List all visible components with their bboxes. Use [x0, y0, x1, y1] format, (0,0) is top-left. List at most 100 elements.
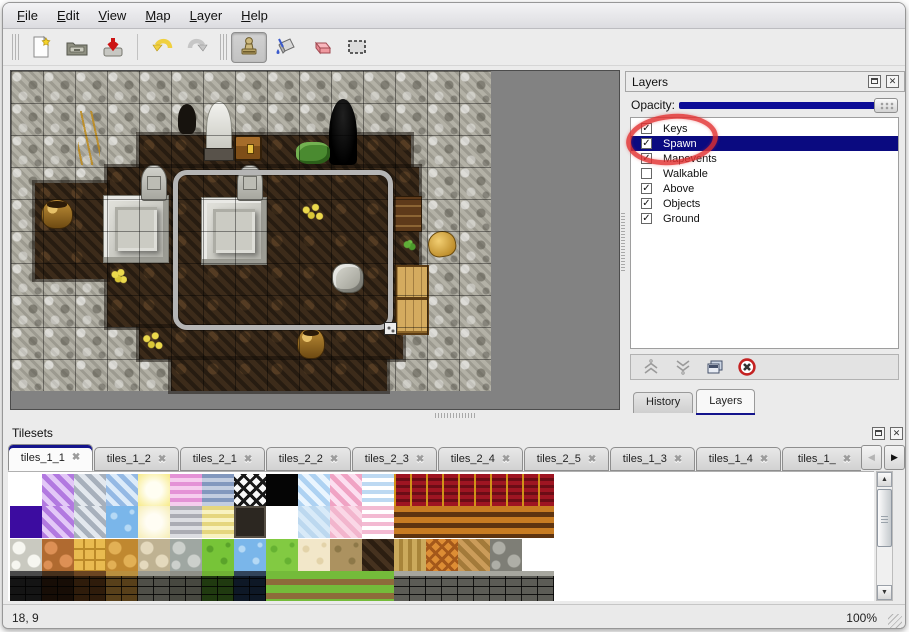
tileset-tab-tiles_1_4[interactable]: tiles_1_4✖	[696, 447, 781, 471]
tile-w1[interactable]	[10, 571, 42, 601]
tile-wh[interactable]	[522, 539, 554, 571]
layer-row-mapevents[interactable]: ✓Mapevents	[631, 151, 898, 166]
tile-pgy[interactable]	[170, 539, 202, 571]
opacity-slider-handle[interactable]	[874, 98, 898, 113]
tab-close-icon[interactable]: ✖	[760, 454, 768, 465]
duplicate-layer-button[interactable]	[705, 358, 725, 376]
new-file-button[interactable]	[23, 32, 59, 63]
tileset-tab-tiles_1_[interactable]: tiles_1_✖	[782, 447, 861, 471]
tile-wat[interactable]	[234, 539, 266, 571]
tile-hrb[interactable]	[458, 539, 490, 571]
stamp-tool-button[interactable]	[231, 32, 267, 63]
tab-close-icon[interactable]: ✖	[244, 454, 252, 465]
tile-wgb[interactable]	[426, 571, 458, 601]
tile-wpk[interactable]	[362, 506, 394, 538]
tile-wbl[interactable]	[362, 474, 394, 506]
tile-blk[interactable]	[266, 474, 298, 506]
eraser-tool-button[interactable]	[303, 32, 339, 63]
layers-close-button[interactable]: ✕	[886, 75, 899, 88]
tile-cbl[interactable]	[106, 474, 138, 506]
tile-glw2[interactable]	[138, 506, 170, 538]
tile-spk[interactable]	[170, 474, 202, 506]
tile-fwh[interactable]	[10, 539, 42, 571]
tile-cur[interactable]	[426, 474, 458, 506]
dock-tab-history[interactable]: History	[633, 392, 693, 413]
horizontal-splitter-handle[interactable]	[435, 413, 475, 418]
tile-lat[interactable]	[234, 474, 266, 506]
tile-w3[interactable]	[74, 571, 106, 601]
layer-row-keys[interactable]: ✓Keys	[631, 121, 898, 136]
undo-button[interactable]	[144, 32, 180, 63]
tab-close-icon[interactable]: ✖	[158, 454, 166, 465]
tile-wgb[interactable]	[490, 571, 522, 601]
tile-bwv[interactable]	[426, 539, 458, 571]
menu-map[interactable]: Map	[145, 8, 170, 23]
tile-sgy[interactable]	[170, 506, 202, 538]
tab-scroll-right-button[interactable]: ▶	[884, 445, 905, 470]
tile-grs2[interactable]	[266, 539, 298, 571]
tile-wat[interactable]	[106, 506, 138, 538]
tile-pth[interactable]	[362, 571, 394, 601]
layer-row-walkable[interactable]: Walkable	[631, 166, 898, 181]
tile-fgd2[interactable]	[106, 539, 138, 571]
tile-tpk[interactable]	[330, 506, 362, 538]
move-layer-down-button[interactable]	[673, 358, 693, 376]
menu-layer[interactable]: Layer	[190, 8, 223, 23]
menu-view[interactable]: View	[98, 8, 126, 23]
fill-tool-button[interactable]	[267, 32, 303, 63]
tile-cpk[interactable]	[330, 474, 362, 506]
resize-grip[interactable]	[888, 614, 902, 628]
tile-pth[interactable]	[298, 571, 330, 601]
tile-plq[interactable]	[234, 506, 266, 538]
tab-close-icon[interactable]: ✖	[72, 452, 80, 463]
tile-cbl2[interactable]	[298, 474, 330, 506]
layer-checkbox[interactable]: ✓	[641, 153, 652, 164]
tile-cpu[interactable]	[42, 474, 74, 506]
tile-cur[interactable]	[394, 474, 426, 506]
tileset-tab-tiles_2_1[interactable]: tiles_2_1✖	[180, 447, 265, 471]
tile-sbl[interactable]	[202, 474, 234, 506]
layer-checkbox[interactable]	[641, 168, 652, 179]
tile-glw[interactable]	[138, 474, 170, 506]
menu-edit[interactable]: Edit	[57, 8, 79, 23]
tile-w6[interactable]	[170, 571, 202, 601]
save-file-button[interactable]	[95, 32, 131, 63]
layer-row-above[interactable]: ✓Above	[631, 181, 898, 196]
tileset-tab-tiles_2_4[interactable]: tiles_2_4✖	[438, 447, 523, 471]
layer-row-spawn[interactable]: ✓Spawn	[631, 136, 898, 151]
scroll-up-button[interactable]: ▲	[877, 472, 892, 487]
scroll-down-button[interactable]: ▼	[877, 585, 892, 600]
menu-help[interactable]: Help	[241, 8, 268, 23]
rect-select-tool-button[interactable]	[339, 32, 375, 63]
tile-cur[interactable]	[522, 474, 554, 506]
tile-wds[interactable]	[458, 506, 490, 538]
tile-w5[interactable]	[138, 571, 170, 601]
scrollbar-thumb[interactable]	[877, 489, 892, 547]
tile-cpu[interactable]	[42, 506, 74, 538]
tab-close-icon[interactable]: ✖	[416, 454, 424, 465]
redo-button[interactable]	[180, 32, 216, 63]
tile-snd[interactable]	[298, 539, 330, 571]
tileset-tab-tiles_2_3[interactable]: tiles_2_3✖	[352, 447, 437, 471]
tile-wgb[interactable]	[458, 571, 490, 601]
tile-syl[interactable]	[202, 506, 234, 538]
tile-pbe[interactable]	[138, 539, 170, 571]
tile-w4[interactable]	[106, 571, 138, 601]
tileset-tab-tiles_1_3[interactable]: tiles_1_3✖	[610, 447, 695, 471]
map-selection-rect[interactable]	[173, 170, 393, 330]
tile-fgd[interactable]	[74, 539, 106, 571]
layers-float-button[interactable]	[868, 75, 881, 88]
toolbar-drag-handle[interactable]	[12, 34, 19, 60]
delete-layer-button[interactable]	[737, 358, 757, 376]
tile-wh[interactable]	[266, 506, 298, 538]
tile-w2[interactable]	[42, 571, 74, 601]
tileset-tab-tiles_1_2[interactable]: tiles_1_2✖	[94, 447, 179, 471]
tile-ind[interactable]	[10, 506, 42, 538]
tab-scroll-left-button[interactable]: ◀	[861, 445, 882, 470]
tile-wgb[interactable]	[522, 571, 554, 601]
tile-tbl[interactable]	[298, 506, 330, 538]
tile-drt[interactable]	[330, 539, 362, 571]
open-file-button[interactable]	[59, 32, 95, 63]
tile-pth[interactable]	[330, 571, 362, 601]
tile-w8[interactable]	[234, 571, 266, 601]
